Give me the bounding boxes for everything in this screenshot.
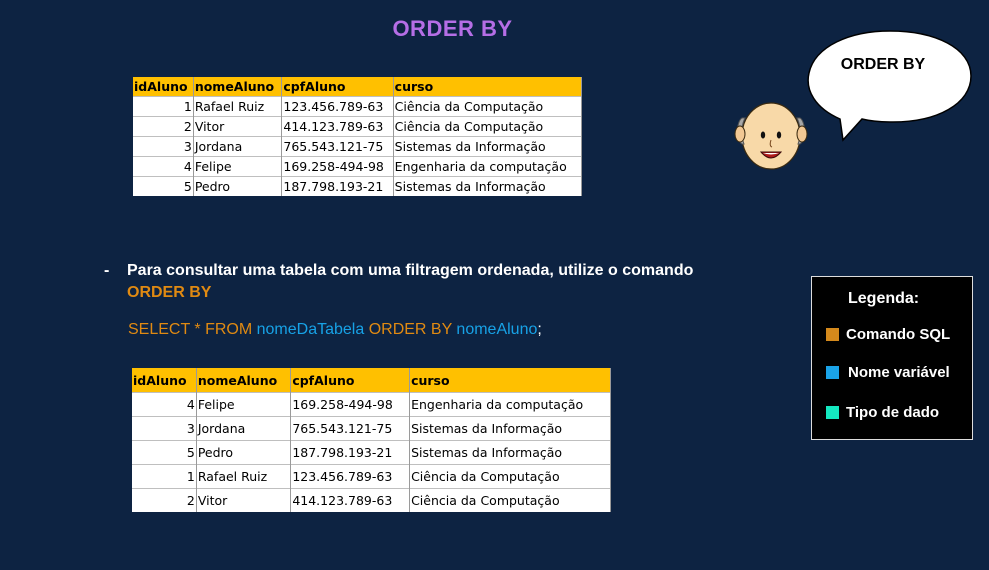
cell-curso: Engenharia da computação (409, 392, 611, 417)
cell-idaluno: 3 (132, 416, 197, 441)
cell-cpfaluno: 123.456.789-63 (281, 96, 394, 117)
header-cpfaluno: cpfAluno (281, 77, 394, 97)
students-table-sorted: idAluno nomeAluno cpfAluno curso 4 Felipe 169… (132, 368, 611, 512)
sql-semicolon: ; (537, 321, 542, 338)
cell-nomealuno: Jordana (196, 416, 292, 441)
cartoon-face-icon (734, 102, 808, 170)
cell-cpfaluno: 187.798.193-21 (290, 440, 411, 465)
sql-table-name: nomeDaTabela (256, 321, 365, 338)
cell-curso: Sistemas da Informação (409, 440, 611, 465)
legend-swatch (826, 328, 839, 341)
sql-example: SELECT * FROM nomeDaTabela ORDER BY nome… (128, 321, 542, 339)
cell-curso: Ciência da Computação (393, 116, 583, 137)
table-row: 3 Jordana 765.543.121-75 Sistemas da Inform… (133, 136, 583, 157)
table-row: 1 Rafael Ruiz 123.456.789-63 Ciência da Com… (133, 96, 583, 117)
legend-label: Nome variável (848, 364, 950, 381)
table-row: 2 Vitor 414.123.789-63 Ciência da Computaçã… (132, 488, 611, 512)
cell-cpfaluno: 765.543.121-75 (281, 136, 394, 157)
cell-curso: Ciência da Computação (393, 96, 583, 117)
slide-title: ORDER BY (392, 16, 513, 41)
cell-cpfaluno: 414.123.789-63 (290, 488, 411, 512)
legend-swatch (826, 406, 839, 419)
cell-nomealuno: Felipe (196, 392, 292, 417)
header-idaluno: idAluno (132, 368, 197, 393)
legend-box: Legenda: Comando SQL Nome variável Tipo … (811, 276, 973, 440)
cell-nomealuno: Jordana (193, 136, 283, 157)
cell-idaluno: 5 (132, 440, 197, 465)
cell-cpfaluno: 123.456.789-63 (290, 464, 411, 489)
header-idaluno: idAluno (133, 77, 194, 97)
header-nomealuno: nomeAluno (193, 77, 283, 97)
cell-curso: Sistemas da Informação (393, 176, 583, 196)
sql-command-2: ORDER BY (364, 321, 457, 338)
cell-idaluno: 5 (133, 176, 194, 196)
cell-curso: Ciência da Computação (409, 488, 611, 512)
cell-idaluno: 1 (132, 464, 197, 489)
table-row: 3 Jordana 765.543.121-75 Sistemas da Inform… (132, 416, 611, 441)
cell-idaluno: 2 (133, 116, 194, 137)
table-header-row: idAluno nomeAluno cpfAluno curso (133, 77, 583, 97)
table-row: 4 Felipe 169.258-494-98 Engenharia da compu… (132, 392, 611, 417)
header-curso: curso (393, 77, 583, 97)
table-row: 5 Pedro 187.798.193-21 Sistemas da Informaç… (133, 176, 583, 196)
cell-idaluno: 3 (133, 136, 194, 157)
cell-nomealuno: Pedro (196, 440, 292, 465)
cell-nomealuno: Vitor (193, 116, 283, 137)
cell-idaluno: 4 (133, 156, 194, 177)
legend-title: Legenda: (848, 290, 920, 307)
cell-cpfaluno: 169.258-494-98 (290, 392, 411, 417)
cell-curso: Engenharia da computação (393, 156, 583, 177)
table-row: 5 Pedro 187.798.193-21 Sistemas da Informaç… (132, 440, 611, 465)
instruction-keyword: ORDER BY (127, 284, 212, 301)
legend-item-sql-command: Comando SQL (826, 326, 950, 343)
cell-curso: Sistemas da Informação (393, 136, 583, 157)
table-header-row: idAluno nomeAluno cpfAluno curso (132, 368, 611, 393)
header-nomealuno: nomeAluno (196, 368, 292, 393)
cell-nomealuno: Pedro (193, 176, 283, 196)
cell-cpfaluno: 169.258-494-98 (281, 156, 394, 177)
instruction-body: Para consultar uma tabela com uma filtra… (127, 262, 694, 279)
table-row: 1 Rafael Ruiz 123.456.789-63 Ciência da Com… (132, 464, 611, 489)
cell-idaluno: 1 (133, 96, 194, 117)
cell-cpfaluno: 765.543.121-75 (290, 416, 411, 441)
cell-idaluno: 2 (132, 488, 197, 512)
cell-idaluno: 4 (132, 392, 197, 417)
legend-item-data-type: Tipo de dado (826, 404, 939, 421)
cell-curso: Sistemas da Informação (409, 416, 611, 441)
cell-cpfaluno: 187.798.193-21 (281, 176, 394, 196)
legend-item-variable-name: Nome variável (826, 364, 950, 381)
sql-command-1: SELECT * FROM (128, 321, 257, 338)
speech-bubble-icon (807, 30, 972, 142)
speech-bubble-text: ORDER BY (840, 56, 926, 73)
header-cpfaluno: cpfAluno (290, 368, 411, 393)
table-row: 2 Vitor 414.123.789-63 Ciência da Computaçã… (133, 116, 583, 137)
cell-nomealuno: Rafael Ruiz (193, 96, 283, 117)
header-curso: curso (409, 368, 611, 393)
legend-label: Tipo de dado (846, 404, 940, 421)
sql-column-name: nomeAluno (456, 321, 538, 338)
cell-nomealuno: Vitor (196, 488, 292, 512)
legend-label: Comando SQL (846, 326, 951, 343)
instruction-text: Para consultar uma tabela com uma filtra… (127, 260, 707, 304)
legend-swatch (826, 366, 839, 379)
cell-cpfaluno: 414.123.789-63 (281, 116, 394, 137)
students-table-unsorted: idAluno nomeAluno cpfAluno curso 1 Rafael Ru… (133, 77, 583, 196)
cell-curso: Ciência da Computação (409, 464, 611, 489)
table-row: 4 Felipe 169.258-494-98 Engenharia da compu… (133, 156, 583, 177)
bullet-dash: - (104, 262, 110, 279)
cell-nomealuno: Felipe (193, 156, 283, 177)
cell-nomealuno: Rafael Ruiz (196, 464, 292, 489)
